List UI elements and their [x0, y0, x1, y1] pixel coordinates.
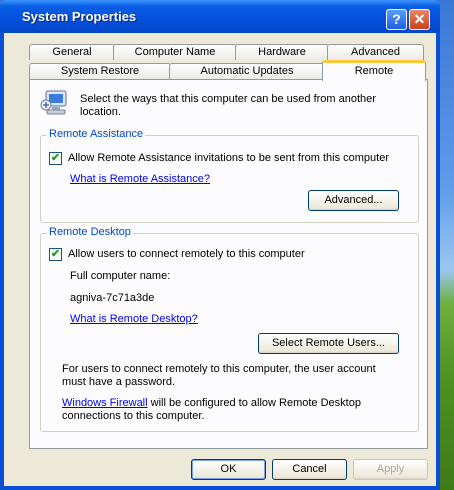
computer-name-label: Full computer name:: [70, 270, 171, 282]
ok-button[interactable]: OK: [191, 459, 266, 480]
tab-advanced[interactable]: Advanced: [327, 44, 424, 60]
tab-automatic-updates[interactable]: Automatic Updates: [169, 63, 325, 79]
apply-button[interactable]: Apply: [353, 459, 428, 480]
remote-desktop-checkbox[interactable]: ✔: [49, 248, 62, 261]
dialog-client-area: General Computer Name Hardware Advanced …: [4, 33, 436, 486]
tab-remote[interactable]: Remote: [322, 60, 426, 81]
tab-hardware[interactable]: Hardware: [235, 44, 329, 60]
tab-general[interactable]: General: [29, 44, 115, 60]
remote-desktop-group: Remote Desktop ✔ Allow users to connect …: [40, 226, 419, 432]
remote-desktop-help-link[interactable]: What is Remote Desktop?: [70, 313, 198, 325]
title-bar[interactable]: System Properties ? ✕: [0, 0, 440, 33]
firewall-note: Windows Firewall will be configured to a…: [62, 397, 392, 423]
password-note: For users to connect remotely to this co…: [62, 363, 376, 388]
advanced-button[interactable]: Advanced...: [308, 190, 399, 211]
remote-desktop-checkbox-label[interactable]: Allow users to connect remotely to this …: [68, 248, 305, 260]
intro-text: Select the ways that this computer can b…: [80, 93, 376, 118]
cancel-button[interactable]: Cancel: [272, 459, 347, 480]
remote-assistance-group-label: Remote Assistance: [47, 128, 146, 140]
remote-assistance-checkbox[interactable]: ✔: [49, 152, 62, 165]
computer-name-value: agniva-7c71a3de: [70, 292, 155, 304]
tab-system-restore[interactable]: System Restore: [29, 63, 171, 79]
remote-desktop-group-label: Remote Desktop: [47, 226, 133, 238]
tab-computer-name[interactable]: Computer Name: [113, 44, 237, 60]
window-title: System Properties: [22, 9, 137, 24]
remote-assistance-group: Remote Assistance ✔ Allow Remote Assista…: [40, 128, 419, 223]
close-button[interactable]: ✕: [409, 9, 430, 30]
windows-firewall-link[interactable]: Windows Firewall: [62, 397, 148, 409]
system-properties-window: System Properties ? ✕ General Computer N…: [0, 0, 440, 490]
select-remote-users-button[interactable]: Select Remote Users...: [258, 333, 399, 354]
remote-tab-page: Select the ways that this computer can b…: [29, 79, 428, 449]
help-button[interactable]: ?: [386, 9, 407, 30]
remote-assistance-checkbox-label[interactable]: Allow Remote Assistance invitations to b…: [68, 152, 389, 164]
remote-computer-icon: [40, 89, 72, 117]
remote-assistance-help-link[interactable]: What is Remote Assistance?: [70, 173, 210, 185]
